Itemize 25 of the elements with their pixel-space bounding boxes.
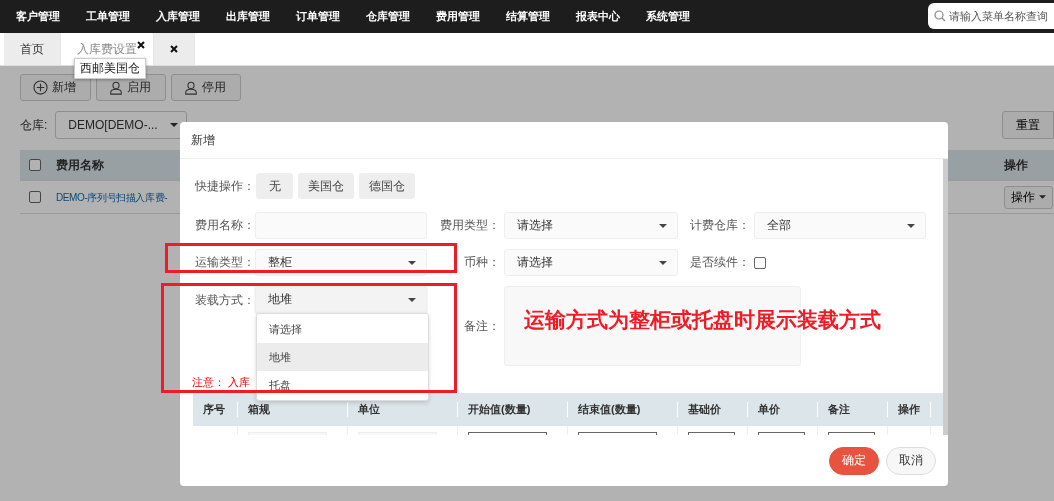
- field-label: 快捷操作：: [195, 177, 251, 195]
- column-header: 单价: [748, 402, 818, 417]
- field-label: 计费仓库：: [689, 217, 751, 234]
- field-label: 运输类型：: [195, 254, 255, 271]
- field-label: 是否续件：: [689, 254, 751, 271]
- field-label: 备注：: [463, 317, 501, 335]
- notice-text: 注意： 入库: [192, 376, 251, 388]
- column-header: 操作: [1003, 156, 1029, 174]
- column-header: 费用名称: [55, 156, 105, 174]
- dialog-title: 新增: [191, 131, 215, 149]
- field-label: 费用名称：: [195, 217, 255, 234]
- column-header: 单位: [348, 402, 458, 417]
- column-header: 序号: [193, 402, 238, 417]
- column-header: 箱规: [238, 402, 348, 417]
- field-label: 装载方式：: [195, 292, 255, 309]
- annotation-text: 运输方式为整柜或托盘时展示装载方式: [524, 307, 881, 333]
- column-header: 操作: [888, 402, 931, 417]
- column-header: 基础价: [678, 402, 748, 417]
- column-header: 备注: [818, 402, 888, 417]
- field-label: 费用类型：: [439, 217, 501, 234]
- column-header: 结束值(数量): [568, 402, 678, 417]
- filter-label: 仓库:: [20, 116, 48, 134]
- column-header: 开始值(数量): [458, 402, 568, 417]
- tooltip: 西邮美国仓: [74, 58, 146, 79]
- field-label: 币种：: [463, 254, 501, 271]
